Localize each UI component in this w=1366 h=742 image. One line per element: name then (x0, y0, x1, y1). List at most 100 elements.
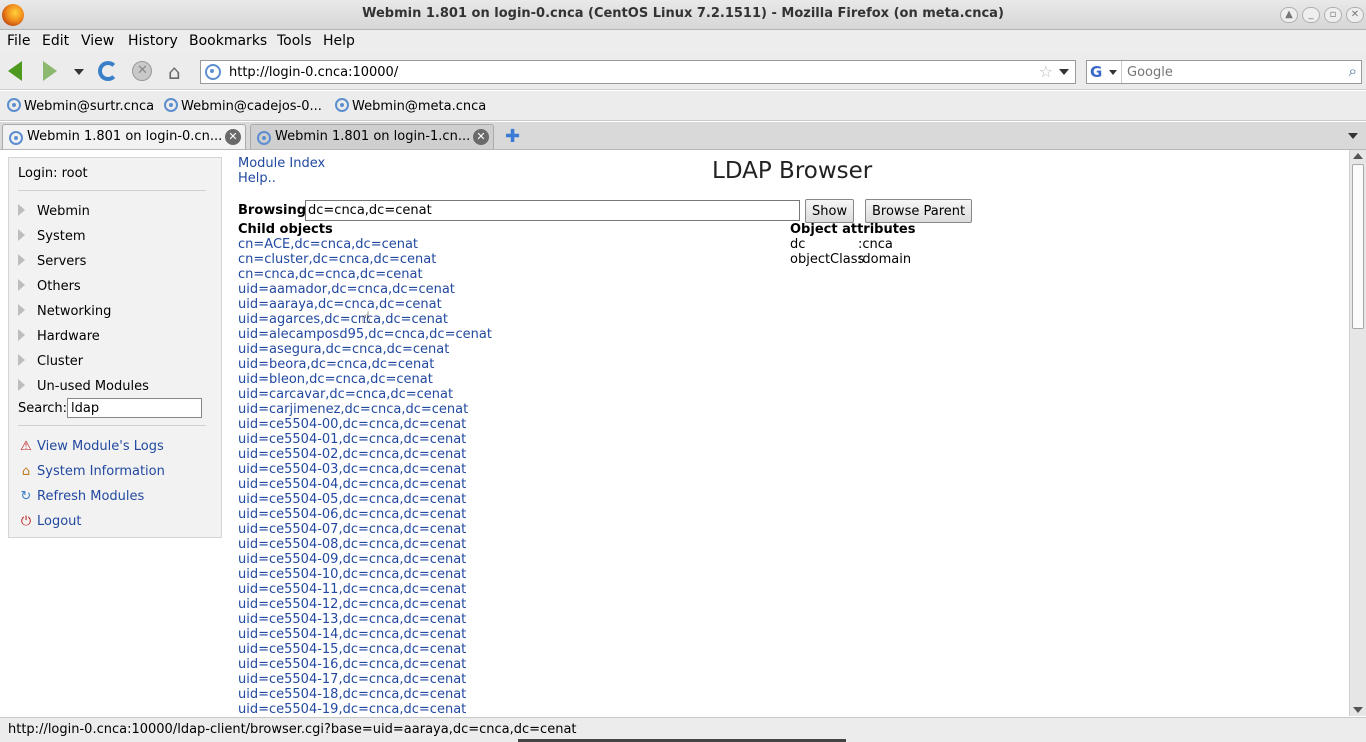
close-tab-icon[interactable]: ✕ (473, 129, 489, 145)
child-object-link[interactable]: uid=ce5504-10,dc=cnca,dc=cenat (238, 567, 466, 582)
child-object-link[interactable]: uid=ce5504-07,dc=cnca,dc=cenat (238, 522, 466, 537)
window-up-icon[interactable]: ▲ (1280, 7, 1298, 23)
child-object-link[interactable]: uid=aamador,dc=cnca,dc=cenat (238, 282, 455, 297)
bookmark-item[interactable]: Webmin@cadejos-0... (164, 98, 322, 114)
sidebar-item-others[interactable]: Others (18, 279, 81, 294)
stop-button[interactable] (131, 60, 153, 82)
tab-login-0[interactable]: Webmin 1.801 on login-0.cn... ✕ (2, 124, 246, 149)
tab-login-1[interactable]: Webmin 1.801 on login-1.cn... ✕ (250, 124, 494, 149)
bookmark-item[interactable]: Webmin@meta.cnca (335, 98, 486, 114)
child-object-link[interactable]: uid=ce5504-01,dc=cnca,dc=cenat (238, 432, 466, 447)
chevron-down-icon (74, 69, 84, 75)
action-label: Logout (37, 514, 82, 529)
child-object-link[interactable]: uid=ce5504-16,dc=cnca,dc=cenat (238, 657, 466, 672)
status-text: http://login-0.cnca:10000/ldap-client/br… (8, 722, 577, 737)
child-object-link[interactable]: uid=ce5504-00,dc=cnca,dc=cenat (238, 417, 466, 432)
url-bar[interactable]: ☆ (200, 60, 1076, 84)
child-object-link[interactable]: uid=carcavar,dc=cnca,dc=cenat (238, 387, 453, 402)
child-object-link[interactable]: uid=agarces,dc=cnca,dc=cenat (238, 312, 448, 327)
sidebar-item-label: Un-used Modules (37, 379, 149, 394)
child-object-link[interactable]: uid=beora,dc=cnca,dc=cenat (238, 357, 434, 372)
child-object-link[interactable]: uid=aaraya,dc=cnca,dc=cenat (238, 297, 442, 312)
child-object-link[interactable]: uid=ce5504-05,dc=cnca,dc=cenat (238, 492, 466, 507)
engine-dropdown-icon[interactable] (1109, 70, 1117, 75)
menu-history[interactable]: History (128, 33, 178, 49)
child-object-link[interactable]: cn=ACE,dc=cnca,dc=cenat (238, 237, 418, 252)
bookmark-item[interactable]: Webmin@surtr.cnca (7, 98, 154, 114)
window-minimize-button[interactable]: _ (1302, 7, 1320, 23)
sidebar-item-hardware[interactable]: Hardware (18, 329, 100, 344)
sidebar-item-networking[interactable]: Networking (18, 304, 111, 319)
scroll-thumb[interactable] (1352, 164, 1364, 329)
child-object-link[interactable]: uid=carjimenez,dc=cnca,dc=cenat (238, 402, 468, 417)
child-object-link[interactable]: uid=bleon,dc=cnca,dc=cenat (238, 372, 433, 387)
child-object-link[interactable]: uid=ce5504-14,dc=cnca,dc=cenat (238, 627, 466, 642)
child-object-link[interactable]: uid=ce5504-13,dc=cnca,dc=cenat (238, 612, 466, 627)
child-object-link[interactable]: uid=ce5504-18,dc=cnca,dc=cenat (238, 687, 466, 702)
tab-list-dropdown-icon[interactable] (1348, 133, 1358, 139)
logout-link[interactable]: ⏻ Logout (18, 514, 82, 529)
sidebar-item-webmin[interactable]: Webmin (18, 204, 90, 219)
bookmark-star-icon[interactable]: ☆ (1039, 62, 1053, 81)
system-information-link[interactable]: ⌂ System Information (18, 464, 165, 479)
menu-help[interactable]: Help (323, 33, 355, 49)
child-object-link[interactable]: uid=ce5504-08,dc=cnca,dc=cenat (238, 537, 466, 552)
child-object-link[interactable]: uid=ce5504-11,dc=cnca,dc=cenat (238, 582, 466, 597)
view-module-logs-link[interactable]: ⚠ View Module's Logs (18, 439, 164, 454)
child-object-link[interactable]: uid=ce5504-17,dc=cnca,dc=cenat (238, 672, 466, 687)
sidebar-item-system[interactable]: System (18, 229, 85, 244)
menu-bookmarks[interactable]: Bookmarks (189, 33, 267, 49)
site-identity-icon[interactable] (205, 64, 221, 80)
show-button[interactable]: Show (805, 199, 855, 223)
forward-button[interactable] (38, 60, 60, 82)
child-object-link[interactable]: uid=ce5504-04,dc=cnca,dc=cenat (238, 477, 466, 492)
child-object-link[interactable]: cn=cnca,dc=cnca,dc=cenat (238, 267, 423, 282)
url-input[interactable] (229, 63, 1029, 81)
help-link[interactable]: Help.. (238, 171, 276, 186)
new-tab-icon[interactable]: ✚ (505, 126, 520, 147)
tab-label: Webmin 1.801 on login-1.cn... (275, 129, 471, 144)
sidebar-item-servers[interactable]: Servers (18, 254, 86, 269)
url-dropdown-icon[interactable] (1059, 69, 1069, 75)
module-index-link[interactable]: Module Index (238, 156, 325, 171)
search-input[interactable] (1127, 63, 1327, 81)
child-object-link[interactable]: uid=ce5504-19,dc=cnca,dc=cenat (238, 702, 466, 716)
menu-view[interactable]: View (81, 33, 114, 49)
child-object-link[interactable]: uid=ce5504-09,dc=cnca,dc=cenat (238, 552, 466, 567)
home-button[interactable]: ⌂ (166, 60, 188, 84)
refresh-modules-link[interactable]: ↻ Refresh Modules (18, 489, 145, 504)
google-engine-icon[interactable]: G (1090, 63, 1106, 81)
sidebar-item-unused-modules[interactable]: Un-used Modules (18, 379, 149, 394)
history-dropdown-button[interactable] (68, 60, 90, 82)
module-search-input[interactable] (67, 398, 202, 418)
bookmark-label: Webmin@meta.cnca (352, 99, 487, 114)
window-close-button[interactable]: ✕ (1346, 7, 1364, 23)
back-button[interactable] (6, 60, 28, 82)
child-objects-header: Child objects (238, 222, 333, 237)
child-object-link[interactable]: cn=cluster,dc=cnca,dc=cenat (238, 252, 436, 267)
child-object-link[interactable]: uid=ce5504-15,dc=cnca,dc=cenat (238, 642, 466, 657)
vertical-scrollbar[interactable] (1349, 150, 1366, 716)
window-titlebar: Webmin 1.801 on login-0.cnca (CentOS Lin… (0, 0, 1366, 30)
window-maximize-button[interactable]: ▫ (1324, 7, 1342, 23)
search-icon[interactable]: ⌕ (1349, 62, 1357, 80)
menu-edit[interactable]: Edit (42, 33, 69, 49)
sidebar-item-label: Webmin (37, 204, 90, 219)
menu-tools[interactable]: Tools (277, 33, 312, 49)
child-object-link[interactable]: uid=ce5504-06,dc=cnca,dc=cenat (238, 507, 466, 522)
sidebar-item-cluster[interactable]: Cluster (18, 354, 83, 369)
child-object-link[interactable]: uid=ce5504-12,dc=cnca,dc=cenat (238, 597, 466, 612)
close-tab-icon[interactable]: ✕ (225, 129, 241, 145)
search-bar[interactable]: G ⌕ (1086, 60, 1362, 84)
browsing-input[interactable] (305, 200, 800, 221)
bookmark-label: Webmin@surtr.cnca (24, 99, 155, 114)
child-object-link[interactable]: uid=ce5504-02,dc=cnca,dc=cenat (238, 447, 466, 462)
scroll-up-icon[interactable] (1353, 153, 1363, 159)
child-object-link[interactable]: uid=alecamposd95,dc=cnca,dc=cenat (238, 327, 492, 342)
browse-parent-button[interactable]: Browse Parent (865, 199, 973, 223)
scroll-down-icon[interactable] (1353, 707, 1363, 713)
reload-button[interactable] (97, 60, 119, 82)
child-object-link[interactable]: uid=ce5504-03,dc=cnca,dc=cenat (238, 462, 466, 477)
child-object-link[interactable]: uid=asegura,dc=cnca,dc=cenat (238, 342, 449, 357)
menu-file[interactable]: File (7, 33, 30, 49)
